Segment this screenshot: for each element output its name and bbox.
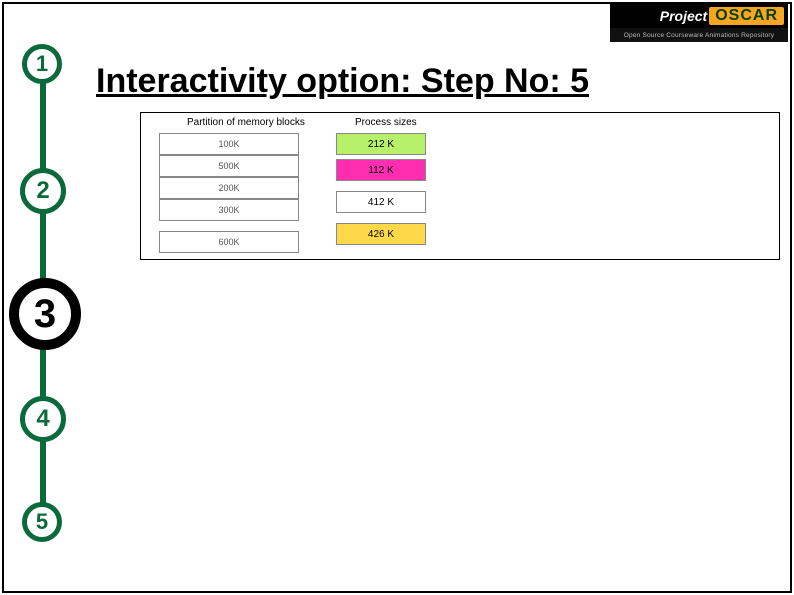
process-label: 412 K — [368, 197, 394, 208]
partition-row: 600K — [159, 231, 299, 253]
step-1: 1 — [22, 44, 62, 84]
step-5-label: 5 — [36, 509, 48, 535]
process-label: 112 K — [368, 165, 393, 176]
process-column-header: Process sizes — [353, 117, 419, 128]
step-2-label: 2 — [36, 177, 49, 205]
step-3-current: 3 — [9, 278, 81, 350]
logo-tagline: Open Source Courseware Animations Reposi… — [610, 28, 788, 42]
partition-row: 300K — [159, 199, 299, 221]
partition-label: 500K — [218, 161, 239, 171]
process-row: 426 K — [336, 223, 426, 245]
step-5: 5 — [22, 502, 62, 542]
step-1-label: 1 — [36, 51, 48, 77]
partition-label: 600K — [218, 237, 239, 247]
project-oscar-logo: Project OSCAR Open Source Courseware Ani… — [610, 4, 788, 42]
step-4-label: 4 — [36, 405, 49, 433]
step-2: 2 — [20, 168, 66, 214]
partition-label: 300K — [218, 205, 239, 215]
step-3-label: 3 — [34, 292, 56, 337]
partition-label: 100K — [218, 139, 239, 149]
process-row: 112 K — [336, 159, 426, 181]
logo-brand-left: Project — [660, 8, 707, 24]
partition-column-header: Partition of memory blocks — [185, 117, 307, 128]
step-4: 4 — [20, 396, 66, 442]
process-label: 212 K — [368, 139, 394, 150]
page-title: Interactivity option: Step No: 5 — [96, 62, 589, 101]
process-row: 412 K — [336, 191, 426, 213]
memory-diagram: Partition of memory blocks Process sizes… — [140, 112, 780, 260]
partition-row: 500K — [159, 155, 299, 177]
partition-label: 200K — [218, 183, 239, 193]
logo-brand-right: OSCAR — [709, 7, 784, 25]
partition-row: 200K — [159, 177, 299, 199]
partition-row: 100K — [159, 133, 299, 155]
process-label: 426 K — [368, 229, 394, 240]
process-row: 212 K — [336, 133, 426, 155]
